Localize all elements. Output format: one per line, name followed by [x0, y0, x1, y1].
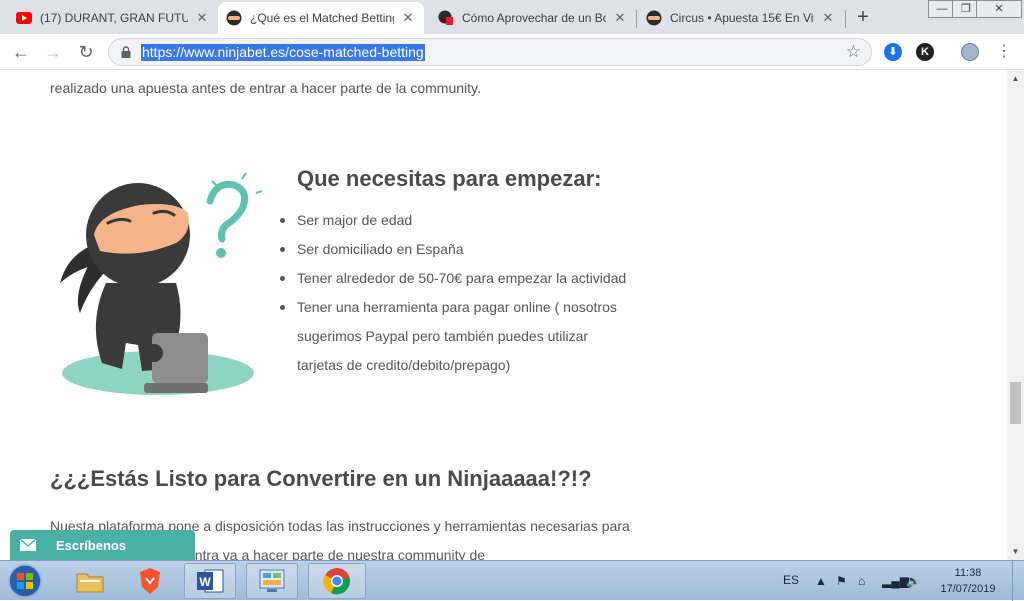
- list-item: Ser domiciliado en España: [280, 235, 637, 264]
- tab-separator: [636, 10, 637, 28]
- network-signal-icon[interactable]: ▂▄▆: [882, 574, 909, 588]
- tab-separator: [845, 10, 846, 28]
- bookmark-star-icon[interactable]: ☆: [846, 42, 861, 62]
- tray-expand-icon[interactable]: ▲: [815, 574, 827, 588]
- clock-date: 17/07/2019: [940, 583, 996, 595]
- lock-icon: [121, 46, 131, 58]
- tab-bonus[interactable]: Cómo Aprovechar de un Bo ✕: [430, 2, 636, 34]
- close-window-button[interactable]: ✕: [976, 0, 1022, 18]
- file-explorer-icon[interactable]: [64, 563, 116, 599]
- word-icon[interactable]: W: [184, 563, 236, 599]
- back-arrow-icon[interactable]: ←: [10, 41, 32, 63]
- svg-text:W: W: [199, 575, 211, 589]
- tab-title: Circus • Apuesta 15€ En Viv: [670, 11, 814, 25]
- intro-text: realizado una apuesta antes de entrar a …: [50, 80, 481, 96]
- list-item: Tener una herramienta para pagar online …: [280, 293, 637, 380]
- tab-title: Cómo Aprovechar de un Bo: [462, 11, 606, 25]
- tab-title: (17) DURANT, GRAN FUTUR: [40, 11, 188, 25]
- reload-icon[interactable]: ↻: [75, 41, 97, 63]
- tab-matched-betting[interactable]: ¿Qué es el Matched Betting ✕: [218, 2, 424, 34]
- scroll-thumb[interactable]: [1010, 382, 1021, 424]
- youtube-icon: [16, 10, 32, 26]
- start-orb-icon[interactable]: [6, 563, 44, 599]
- ninja-illustration: [60, 173, 263, 395]
- menu-dots-icon[interactable]: ⋮: [996, 42, 1012, 62]
- scroll-down-icon[interactable]: ▼: [1007, 543, 1024, 560]
- close-tab-icon[interactable]: ✕: [194, 10, 210, 26]
- control-panel-icon[interactable]: [246, 563, 298, 599]
- windows-taskbar: W ES ▲ ⚑ ⌂ ▂▄▆ 🔊 11:38 17/07/2019: [0, 560, 1024, 601]
- tab-youtube[interactable]: (17) DURANT, GRAN FUTUR ✕: [8, 2, 218, 34]
- brave-icon[interactable]: [124, 563, 176, 599]
- contact-button[interactable]: Escríbenos: [10, 530, 195, 560]
- close-tab-icon[interactable]: ✕: [820, 10, 836, 26]
- tab-circus[interactable]: Circus • Apuesta 15€ En Viv ✕: [638, 2, 844, 34]
- chrome-icon[interactable]: [308, 563, 366, 599]
- close-tab-icon[interactable]: ✕: [612, 10, 628, 26]
- new-tab-button[interactable]: +: [852, 6, 874, 28]
- url-text[interactable]: https://www.ninjabet.es/cose-matched-bet…: [141, 44, 425, 61]
- clock-time: 11:38: [954, 567, 982, 579]
- bonus-icon: [438, 10, 454, 26]
- power-plug-icon[interactable]: ⌂: [858, 574, 865, 588]
- list-item: Ser major de edad: [280, 206, 637, 235]
- ninja-icon: [226, 10, 242, 26]
- close-tab-icon[interactable]: ✕: [400, 10, 416, 26]
- forward-arrow-icon[interactable]: →: [42, 41, 64, 63]
- tab-strip: (17) DURANT, GRAN FUTUR ✕ ¿Qué es el Mat…: [0, 0, 1024, 34]
- extension-k-icon[interactable]: K: [916, 43, 934, 61]
- page-scrollbar[interactable]: ▲ ▼: [1007, 70, 1024, 560]
- ninja-icon: [646, 10, 662, 26]
- browser-toolbar: ← → ↻ https://www.ninjabet.es/cose-match…: [0, 34, 1024, 70]
- show-desktop-button[interactable]: [1012, 561, 1024, 601]
- contact-label: Escríbenos: [56, 537, 127, 553]
- volume-icon[interactable]: 🔊: [906, 574, 921, 588]
- address-bar[interactable]: https://www.ninjabet.es/cose-matched-bet…: [108, 38, 872, 66]
- tab-title: ¿Qué es el Matched Betting: [250, 11, 394, 25]
- mail-icon: [20, 539, 36, 551]
- system-clock[interactable]: 11:38 17/07/2019: [936, 565, 1000, 597]
- action-center-flag-icon[interactable]: ⚑: [836, 574, 847, 588]
- language-indicator[interactable]: ES: [783, 573, 799, 587]
- requirements-list: Ser major de edad Ser domiciliado en Esp…: [280, 206, 637, 380]
- download-icon[interactable]: ⬇: [884, 43, 902, 61]
- cta-heading: ¿¿¿Estás Listo para Convertire en un Nin…: [50, 466, 592, 491]
- scroll-up-icon[interactable]: ▲: [1007, 70, 1024, 87]
- list-item: Tener alrededor de 50-70€ para empezar l…: [280, 264, 637, 293]
- requirements-heading: Que necesitas para empezar:: [297, 166, 602, 191]
- page-viewport: realizado una apuesta antes de entrar a …: [0, 70, 1007, 560]
- profile-avatar[interactable]: [961, 43, 979, 61]
